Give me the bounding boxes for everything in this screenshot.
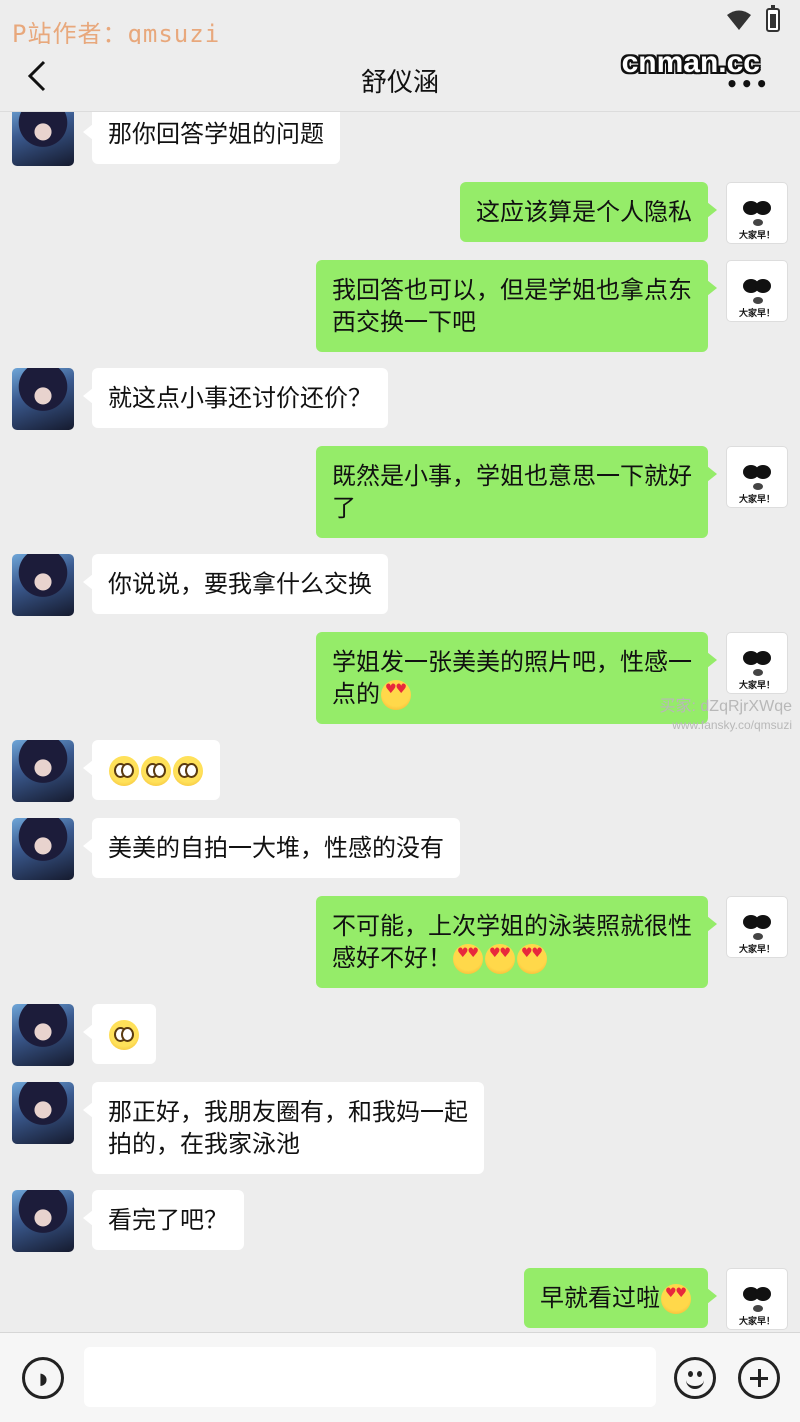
contact-avatar[interactable]: [12, 554, 74, 616]
heart-eyes-emoji-icon: [453, 944, 483, 974]
more-options-button[interactable]: •••: [726, 72, 770, 96]
heart-eyes-emoji-icon: [661, 1284, 691, 1314]
message-text: 美美的自拍一大堆，性感的没有: [108, 834, 444, 862]
message-list[interactable]: 那你回答学姐的问题 这应该算是个人隐私 大家早！ 我回答也可以，但是学姐也拿点东…: [0, 112, 800, 1332]
heart-eyes-emoji-icon: [517, 944, 547, 974]
message-text: 就这点小事还讨价还价？: [108, 384, 372, 412]
heart-eyes-emoji-icon: [485, 944, 515, 974]
contact-avatar[interactable]: [12, 368, 74, 430]
message-text: 学姐发一张美美的照片吧，性感一: [332, 648, 692, 676]
message-bubble-outgoing[interactable]: 不可能，上次学姐的泳装照就很性 感好不好！: [316, 896, 717, 988]
message-text: 早就看过啦: [540, 1284, 660, 1312]
buyer-watermark: 买家: dZqRjrXWqe www.fansky.co/qmsuzi: [659, 698, 792, 732]
voice-input-button[interactable]: ◗: [22, 1357, 64, 1399]
my-avatar[interactable]: 大家早！: [726, 446, 788, 508]
my-avatar[interactable]: 大家早！: [726, 1268, 788, 1330]
message-bubble-outgoing[interactable]: 这应该算是个人隐私: [460, 182, 717, 242]
wifi-signal-icon: [727, 10, 751, 30]
emoji-button[interactable]: [674, 1357, 716, 1399]
flushed-emoji-icon: [173, 756, 203, 786]
message-text: 了: [332, 494, 356, 522]
flushed-emoji-icon: [141, 756, 171, 786]
contact-avatar[interactable]: [12, 1004, 74, 1066]
chat-header: 舒仪涵 cnman.cc •••: [0, 44, 800, 112]
message-bubble-outgoing[interactable]: 既然是小事，学姐也意思一下就好了: [316, 446, 717, 538]
message-input[interactable]: [84, 1347, 656, 1407]
avatar-caption: 大家早！: [738, 309, 775, 319]
avatar-caption: 大家早！: [738, 495, 775, 505]
my-avatar[interactable]: 大家早！: [726, 632, 788, 694]
status-icons: [726, 5, 780, 32]
voice-icon: ◗: [39, 1369, 48, 1388]
composer-bar: ◗: [0, 1332, 800, 1422]
message-text: 那你回答学姐的问题: [108, 120, 324, 148]
status-bar: P站作者：qmsuzi: [0, 0, 800, 48]
avatar-caption: 大家早！: [738, 1317, 775, 1327]
message-text: 那正好，我朋友圈有，和我妈一起: [108, 1098, 468, 1126]
contact-avatar[interactable]: [12, 1082, 74, 1144]
contact-avatar[interactable]: [12, 818, 74, 880]
contact-avatar[interactable]: [12, 112, 74, 166]
contact-avatar[interactable]: [12, 740, 74, 802]
avatar-caption: 大家早！: [738, 231, 775, 241]
heart-eyes-emoji-icon: [381, 680, 411, 710]
my-avatar[interactable]: 大家早！: [726, 260, 788, 322]
message-text: 不可能，上次学姐的泳装照就很性: [332, 912, 692, 940]
message-bubble-incoming[interactable]: 看完了吧？: [83, 1190, 244, 1250]
message-bubble-outgoing[interactable]: 学姐发一张美美的照片吧，性感一 点的: [316, 632, 717, 724]
message-text: 西交换一下吧: [332, 308, 476, 336]
message-text: 这应该算是个人隐私: [476, 198, 692, 226]
more-attachments-button[interactable]: [738, 1357, 780, 1399]
flushed-emoji-icon: [109, 1020, 139, 1050]
message-text: 看完了吧？: [108, 1206, 228, 1234]
message-text: 拍的，在我家泳池: [108, 1130, 300, 1158]
message-bubble-outgoing[interactable]: 早就看过啦: [524, 1268, 717, 1328]
avatar-caption: 大家早！: [738, 945, 775, 955]
message-text: 既然是小事，学姐也意思一下就好: [332, 462, 692, 490]
message-text: 点的: [332, 680, 380, 708]
message-text: 感好不好！: [332, 944, 452, 972]
message-bubble-incoming[interactable]: 那你回答学姐的问题: [83, 112, 340, 164]
message-bubble-incoming[interactable]: [83, 1004, 156, 1064]
message-bubble-outgoing[interactable]: 我回答也可以，但是学姐也拿点东 西交换一下吧: [316, 260, 717, 352]
my-avatar[interactable]: 大家早！: [726, 896, 788, 958]
smiley-icon: [686, 1379, 704, 1389]
message-bubble-incoming[interactable]: 那正好，我朋友圈有，和我妈一起 拍的，在我家泳池: [83, 1082, 484, 1174]
contact-avatar[interactable]: [12, 1190, 74, 1252]
message-bubble-incoming[interactable]: 你说说，要我拿什么交换: [83, 554, 388, 614]
battery-icon: [766, 5, 780, 32]
avatar-caption: 大家早！: [738, 681, 775, 691]
message-text: 我回答也可以，但是学姐也拿点东: [332, 276, 692, 304]
message-bubble-incoming[interactable]: [83, 740, 220, 800]
flushed-emoji-icon: [109, 756, 139, 786]
my-avatar[interactable]: 大家早！: [726, 182, 788, 244]
message-bubble-incoming[interactable]: 就这点小事还讨价还价？: [83, 368, 388, 428]
message-text: 你说说，要我拿什么交换: [108, 570, 372, 598]
message-bubble-incoming[interactable]: 美美的自拍一大堆，性感的没有: [83, 818, 460, 878]
